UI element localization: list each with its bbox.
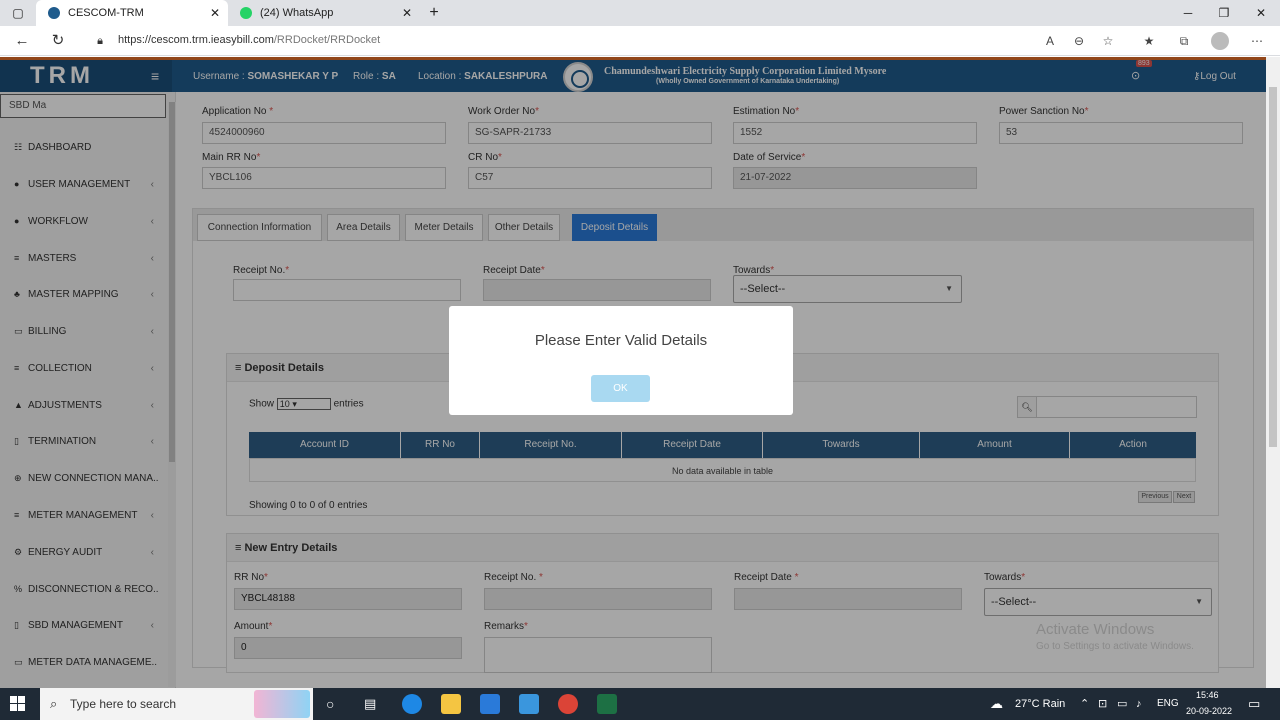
collections-icon[interactable]: ⧉ (1175, 32, 1193, 50)
restore-icon[interactable]: ❐ (1214, 4, 1234, 22)
mail-app-icon[interactable] (519, 694, 539, 714)
windows-taskbar: ⌕ Type here to search ○ ▤ ☁ 27°C Rain ⌃ ⊡… (0, 688, 1280, 720)
clock-date[interactable]: 20-09-2022 (1186, 695, 1232, 720)
browser-tab-cescom[interactable]: CESCOM-TRM ✕ (36, 0, 228, 26)
cortana-icon[interactable]: ○ (326, 688, 334, 720)
whatsapp-favicon-icon (240, 7, 252, 19)
read-aloud-icon[interactable]: A (1041, 32, 1059, 50)
minimize-icon[interactable]: ─ (1178, 4, 1198, 22)
reload-icon[interactable]: ↻ (48, 31, 68, 51)
zoom-icon[interactable]: ⊖ (1070, 32, 1088, 50)
back-icon[interactable]: ← (12, 31, 32, 51)
tray-chevron-icon[interactable]: ⌃ (1080, 688, 1089, 720)
tab-title: (24) WhatsApp (260, 7, 334, 19)
chrome-app-icon[interactable] (558, 694, 578, 714)
close-tab-icon[interactable]: ✕ (210, 0, 220, 26)
address-bar: ← ↻ 🔒︎ https://cescom.trm.ieasybill.com/… (0, 26, 1280, 56)
add-favorite-icon[interactable]: ☆ (1099, 32, 1117, 50)
lock-icon[interactable]: 🔒︎ (90, 31, 110, 51)
file-explorer-icon[interactable] (441, 694, 461, 714)
notification-center-icon[interactable]: ▭ (1248, 688, 1260, 720)
task-view-icon[interactable]: ▤ (364, 688, 376, 720)
new-tab-icon[interactable]: + (424, 4, 444, 22)
page-scrollbar-thumb[interactable] (1269, 87, 1277, 447)
excel-app-icon[interactable] (597, 694, 617, 714)
tab-actions-icon[interactable]: ▢ (8, 4, 28, 22)
windows-start-icon[interactable] (10, 696, 26, 712)
search-icon: ⌕ (50, 696, 58, 711)
more-options-icon[interactable]: ⋯ (1248, 32, 1266, 50)
url-field[interactable]: https://cescom.trm.ieasybill.com/RRDocke… (118, 34, 380, 46)
profile-avatar[interactable] (1211, 32, 1229, 50)
taskbar-search-placeholder: Type here to search (70, 697, 177, 711)
edge-app-icon[interactable] (402, 694, 422, 714)
browser-tab-bar: ▢ CESCOM-TRM ✕ (24) WhatsApp ✕ + ─ ❐ ✕ (0, 0, 1280, 26)
weather-icon[interactable]: ☁ (990, 688, 1003, 720)
close-tab-icon[interactable]: ✕ (402, 0, 412, 26)
alert-message: Please Enter Valid Details (534, 332, 708, 349)
weather-text[interactable]: 27°C Rain (1015, 688, 1065, 720)
page-scrollbar[interactable] (1266, 57, 1280, 688)
close-window-icon[interactable]: ✕ (1251, 4, 1271, 22)
display-icon[interactable]: ▭ (1117, 688, 1127, 720)
browser-tab-whatsapp[interactable]: (24) WhatsApp ✕ (228, 0, 420, 26)
store-app-icon[interactable] (480, 694, 500, 714)
tab-title: CESCOM-TRM (68, 7, 144, 19)
volume-icon[interactable]: ♪ (1136, 688, 1142, 720)
cescom-favicon-icon (48, 7, 60, 19)
alert-dialog: Please Enter Valid Details OK (449, 306, 793, 415)
network-icon[interactable]: ⊡ (1098, 688, 1107, 720)
favorites-icon[interactable]: ★ (1140, 32, 1158, 50)
ok-button[interactable]: OK (591, 375, 650, 402)
language-indicator[interactable]: ENG (1157, 688, 1179, 720)
url-host: https://cescom.trm.ieasybill.com (118, 34, 274, 46)
url-path: /RRDocket/RRDocket (273, 34, 381, 46)
search-highlight-image (254, 690, 310, 718)
